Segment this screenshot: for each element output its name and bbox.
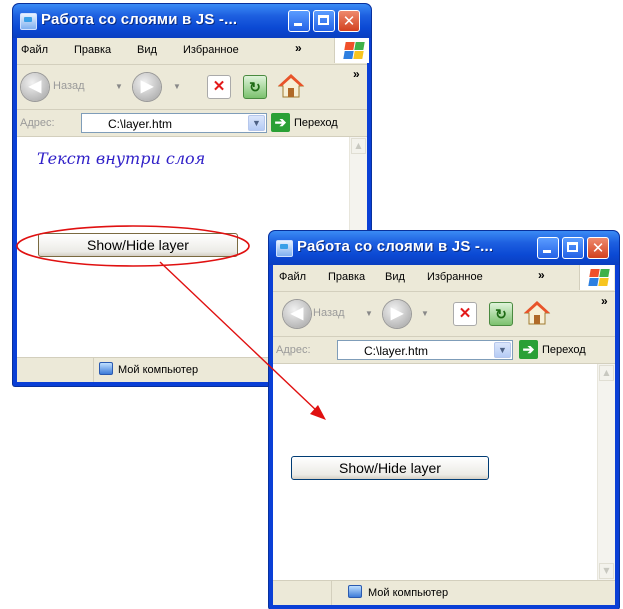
back-icon: ◀ (290, 305, 304, 322)
go-label[interactable]: Переход (542, 344, 586, 356)
menu-edit[interactable]: Правка (328, 271, 365, 283)
forward-button[interactable]: ▶ (383, 300, 411, 328)
title-bar[interactable]: Работа со слоями в JS -... ✕ (13, 4, 371, 38)
menu-view[interactable]: Вид (137, 44, 157, 56)
toolbar-more[interactable]: » (601, 294, 608, 308)
back-label: Назад (313, 307, 345, 319)
back-dropdown-icon[interactable]: ▼ (115, 82, 123, 91)
browser-window-after: Работа со слоями в JS -... ✕ Файл Правка… (269, 231, 619, 609)
chevron-down-icon: ▼ (498, 345, 507, 355)
maximize-icon (567, 242, 578, 252)
window-title: Работа со слоями в JS -... (41, 11, 238, 28)
address-value: C:\layer.htm (364, 344, 429, 358)
menu-more[interactable]: » (538, 268, 545, 282)
go-icon: ➔ (522, 341, 535, 357)
stop-icon: ✕ (212, 78, 226, 95)
forward-dropdown-icon[interactable]: ▼ (421, 309, 429, 318)
show-hide-layer-button[interactable]: Show/Hide layer (291, 456, 489, 480)
maximize-button[interactable] (562, 237, 584, 259)
toolbar: ◀ Назад ▼ ▶ ▼ ✕ ↻ » (273, 292, 615, 337)
chevron-down-icon: ▼ (252, 118, 261, 128)
menu-edit[interactable]: Правка (74, 44, 111, 56)
menu-view[interactable]: Вид (385, 271, 405, 283)
maximize-icon (318, 15, 329, 25)
address-label: Адрес: (276, 344, 311, 356)
go-label[interactable]: Переход (294, 117, 338, 129)
back-icon: ◀ (28, 78, 42, 95)
menu-file[interactable]: Файл (21, 44, 48, 56)
refresh-icon: ↻ (495, 306, 507, 322)
go-button[interactable]: ➔ (519, 340, 538, 359)
home-icon (277, 74, 305, 98)
my-computer-icon (99, 362, 113, 375)
close-icon: ✕ (342, 12, 356, 30)
menu-bar: Файл Правка Вид Избранное » (273, 265, 615, 292)
toolbar: ◀ Назад ▼ ▶ ▼ ✕ ↻ » (17, 65, 367, 110)
minimize-icon (294, 23, 302, 26)
ie-page-icon (20, 13, 37, 30)
minimize-button[interactable] (537, 237, 559, 259)
scroll-up-icon[interactable]: ▲ (599, 365, 614, 381)
forward-button[interactable]: ▶ (133, 73, 161, 101)
home-button[interactable] (277, 73, 305, 99)
title-bar[interactable]: Работа со слоями в JS -... ✕ (269, 231, 619, 265)
stop-icon: ✕ (458, 305, 472, 322)
forward-icon: ▶ (390, 305, 404, 322)
address-bar: Адрес: C:\layer.htm ▼ ➔ Переход (273, 337, 615, 364)
address-input[interactable]: C:\layer.htm ▼ (81, 113, 267, 133)
maximize-button[interactable] (313, 10, 335, 32)
menu-file[interactable]: Файл (279, 271, 306, 283)
menu-favorites[interactable]: Избранное (183, 44, 239, 56)
status-zone-text: Мой компьютер (118, 364, 199, 376)
stop-button[interactable]: ✕ (453, 302, 477, 326)
menu-favorites[interactable]: Избранное (427, 271, 483, 283)
refresh-icon: ↻ (249, 79, 261, 95)
address-value: C:\layer.htm (108, 117, 173, 131)
address-input[interactable]: C:\layer.htm ▼ (337, 340, 513, 360)
my-computer-icon (348, 585, 362, 598)
go-button[interactable]: ➔ (271, 113, 290, 132)
scroll-down-icon[interactable]: ▼ (599, 563, 614, 579)
window-client: Файл Правка Вид Избранное » ◀ Назад ▼ ▶ … (273, 265, 615, 605)
minimize-icon (543, 250, 551, 253)
status-bar: Мой компьютер (273, 580, 615, 605)
back-button[interactable]: ◀ (283, 300, 311, 328)
page-content: ▲ ▼ Show/Hide layer (273, 364, 615, 580)
toolbar-more[interactable]: » (353, 67, 360, 81)
go-icon: ➔ (274, 114, 287, 130)
window-title: Работа со слоями в JS -... (297, 238, 494, 255)
refresh-button[interactable]: ↻ (243, 75, 267, 99)
close-button[interactable]: ✕ (338, 10, 360, 32)
layer-text: Текст внутри слоя (37, 149, 206, 168)
close-icon: ✕ (591, 239, 605, 257)
status-zone-text: Мой компьютер (368, 587, 449, 599)
show-hide-layer-button[interactable]: Show/Hide layer (38, 233, 238, 257)
back-label: Назад (53, 80, 85, 92)
close-button[interactable]: ✕ (587, 237, 609, 259)
status-zone: Мой компьютер (331, 581, 615, 605)
scroll-up-icon[interactable]: ▲ (351, 138, 366, 154)
refresh-button[interactable]: ↻ (489, 302, 513, 326)
stop-button[interactable]: ✕ (207, 75, 231, 99)
back-button[interactable]: ◀ (21, 73, 49, 101)
menu-bar: Файл Правка Вид Избранное » (17, 38, 369, 65)
address-dropdown-button[interactable]: ▼ (494, 342, 511, 358)
home-icon (523, 301, 551, 325)
menu-more[interactable]: » (295, 41, 302, 55)
ie-page-icon (276, 240, 293, 257)
windows-logo-icon (579, 265, 614, 290)
address-label: Адрес: (20, 117, 55, 129)
forward-dropdown-icon[interactable]: ▼ (173, 82, 181, 91)
address-dropdown-button[interactable]: ▼ (248, 115, 265, 131)
home-button[interactable] (523, 300, 551, 326)
address-bar: Адрес: C:\layer.htm ▼ ➔ Переход (17, 110, 367, 137)
windows-logo-icon (334, 38, 369, 63)
forward-icon: ▶ (140, 78, 154, 95)
minimize-button[interactable] (288, 10, 310, 32)
vertical-scrollbar[interactable]: ▲ ▼ (597, 364, 615, 580)
back-dropdown-icon[interactable]: ▼ (365, 309, 373, 318)
